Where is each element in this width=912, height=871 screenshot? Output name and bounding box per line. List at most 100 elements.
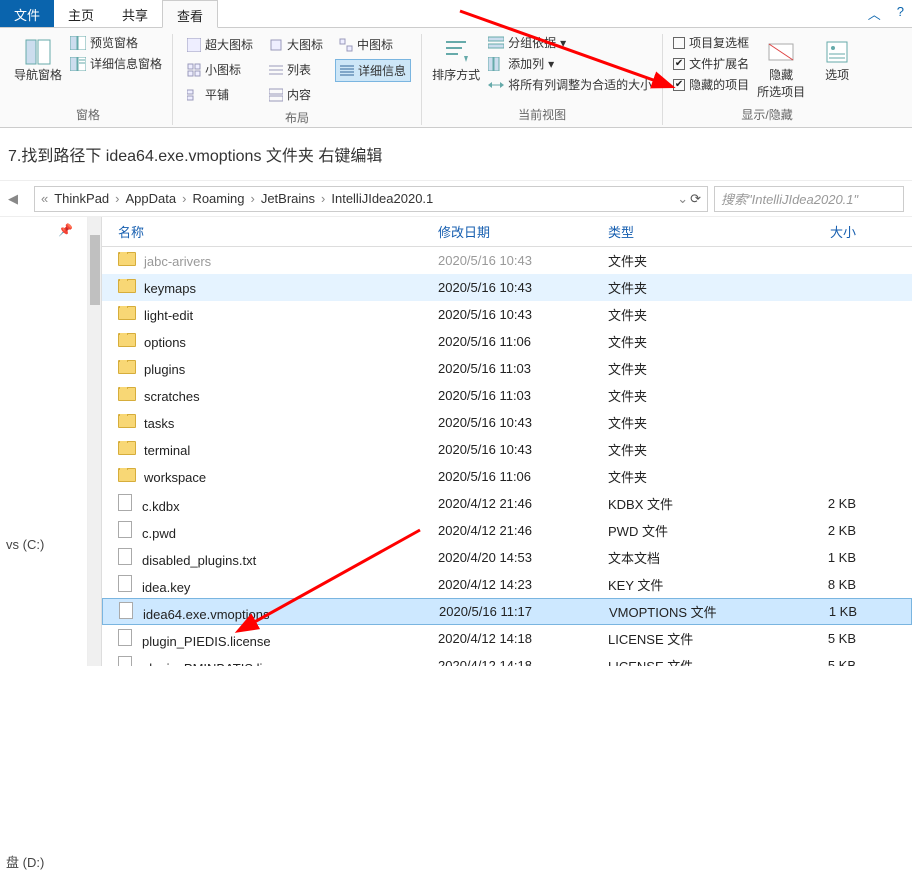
file-date: 2020/4/12 14:18 (432, 658, 602, 666)
check-itemcheck[interactable]: 项目复选框 (673, 34, 749, 51)
layout-xlarge[interactable]: 超大图标 (183, 34, 257, 55)
col-name[interactable]: 名称 (112, 222, 432, 241)
file-name: idea.key (112, 575, 432, 595)
file-date: 2020/4/12 14:23 (432, 577, 602, 592)
file-name: workspace (112, 468, 432, 485)
file-row[interactable]: plugins2020/5/16 11:03文件夹 (102, 355, 912, 382)
file-row[interactable]: c.kdbx2020/4/12 21:46KDBX 文件2 KB (102, 490, 912, 517)
layout-details[interactable]: 详细信息 (335, 59, 411, 82)
preview-pane-button[interactable]: 预览窗格 (70, 34, 162, 51)
file-name: c.pwd (112, 521, 432, 541)
breadcrumb-item[interactable]: AppData (122, 191, 181, 206)
folder-icon (118, 468, 136, 482)
help-icon[interactable]: ? (889, 0, 912, 27)
col-type[interactable]: 类型 (602, 222, 762, 241)
file-type: 文件夹 (602, 332, 762, 351)
file-type: 文件夹 (602, 305, 762, 324)
file-icon (118, 656, 132, 667)
column-headers[interactable]: 名称 修改日期 类型 大小 (102, 217, 912, 247)
check-hidden[interactable]: 隐藏的项目 (673, 76, 749, 93)
file-row[interactable]: options2020/5/16 11:06文件夹 (102, 328, 912, 355)
dropdown-icon[interactable]: ⌄ (677, 191, 688, 207)
autosize-button[interactable]: 将所有列调整为合适的大小 (488, 76, 652, 93)
file-icon (118, 629, 132, 646)
file-row[interactable]: terminal2020/5/16 10:43文件夹 (102, 436, 912, 463)
file-row[interactable]: plugin_PIEDIS.license2020/4/12 14:18LICE… (102, 625, 912, 652)
file-name: scratches (112, 387, 432, 404)
file-name: light-edit (112, 306, 432, 323)
details-pane-button[interactable]: 详细信息窗格 (70, 55, 162, 72)
nav-tree[interactable]: 📌 vs (C:) 盘 (D:) (0, 217, 88, 666)
file-type: 文件夹 (602, 413, 762, 432)
folder-icon (118, 279, 136, 293)
options-button[interactable]: 选项 (813, 34, 861, 100)
file-row[interactable]: disabled_plugins.txt2020/4/20 14:53文本文档1… (102, 544, 912, 571)
col-date[interactable]: 修改日期 (432, 222, 602, 241)
tab-home[interactable]: 主页 (54, 0, 108, 27)
layout-large[interactable]: 大图标 (265, 34, 327, 55)
breadcrumb-item[interactable]: ThinkPad (50, 191, 113, 206)
file-row[interactable]: plugin_PMINBATIS.license2020/4/12 14:18L… (102, 652, 912, 666)
tab-view[interactable]: 查看 (162, 0, 218, 28)
sort-button[interactable]: 排序方式 (432, 34, 480, 93)
breadcrumb-item[interactable]: Roaming (188, 191, 248, 206)
file-date: 2020/4/12 21:46 (432, 496, 602, 511)
ribbon-group-panes: 导航窗格 预览窗格 详细信息窗格 窗格 (4, 34, 173, 125)
col-size[interactable]: 大小 (762, 222, 862, 241)
addcol-button[interactable]: 添加列 ▾ (488, 55, 652, 72)
file-type: LICENSE 文件 (602, 629, 762, 648)
breadcrumb[interactable]: « ThinkPad› AppData› Roaming› JetBrains›… (34, 186, 708, 212)
file-date: 2020/5/16 11:06 (432, 334, 602, 349)
chevron-left-icon[interactable]: « (41, 191, 48, 206)
layout-list[interactable]: 列表 (265, 59, 327, 80)
file-name: idea64.exe.vmoptions (113, 602, 433, 622)
tab-share[interactable]: 共享 (108, 0, 162, 27)
file-name: plugin_PIEDIS.license (112, 629, 432, 649)
layout-tile[interactable]: 平铺 (183, 84, 257, 105)
file-row[interactable]: c.pwd2020/4/12 21:46PWD 文件2 KB (102, 517, 912, 544)
file-row[interactable]: tasks2020/5/16 10:43文件夹 (102, 409, 912, 436)
ribbon-minimize-icon[interactable]: ︿ (860, 0, 889, 27)
file-size: 8 KB (762, 577, 862, 592)
tab-file[interactable]: 文件 (0, 0, 54, 27)
drive-d[interactable]: 盘 (D:) (6, 852, 81, 871)
layout-small[interactable]: 小图标 (183, 59, 257, 80)
file-size: 2 KB (762, 523, 862, 538)
file-size: 1 KB (762, 550, 862, 565)
group-label-layout: 布局 (183, 109, 411, 126)
back-button[interactable]: ◀ (8, 191, 28, 207)
file-date: 2020/5/16 11:17 (433, 604, 603, 619)
file-date: 2020/5/16 10:43 (432, 307, 602, 322)
file-row[interactable]: jabc-arivers2020/5/16 10:43文件夹 (102, 247, 912, 274)
file-row[interactable]: keymaps2020/5/16 10:43文件夹 (102, 274, 912, 301)
file-name: disabled_plugins.txt (112, 548, 432, 568)
breadcrumb-item[interactable]: IntelliJIdea2020.1 (327, 191, 437, 206)
ribbon-group-currentview: 排序方式 分组依据 ▾ 添加列 ▾ 将所有列调整为合适的大小 当前视图 (422, 34, 663, 125)
file-row[interactable]: light-edit2020/5/16 10:43文件夹 (102, 301, 912, 328)
file-row[interactable]: idea.key2020/4/12 14:23KEY 文件8 KB (102, 571, 912, 598)
file-row[interactable]: scratches2020/5/16 11:03文件夹 (102, 382, 912, 409)
drive-c[interactable]: vs (C:) (6, 537, 81, 552)
file-name: plugins (112, 360, 432, 377)
groupby-button[interactable]: 分组依据 ▾ (488, 34, 652, 51)
folder-icon (118, 441, 136, 455)
pin-icon[interactable]: 📌 (6, 223, 81, 237)
file-icon (118, 575, 132, 592)
hide-selected-button[interactable]: 隐藏 所选项目 (757, 34, 805, 100)
file-row[interactable]: workspace2020/5/16 11:06文件夹 (102, 463, 912, 490)
layout-medium[interactable]: 中图标 (335, 34, 411, 55)
tree-scrollbar[interactable] (88, 217, 102, 666)
file-name: jabc-arivers (112, 252, 432, 269)
layout-content[interactable]: 内容 (265, 84, 327, 105)
nav-pane-button[interactable]: 导航窗格 (14, 34, 62, 83)
file-type: PWD 文件 (602, 521, 762, 540)
search-input[interactable]: 搜索"IntelliJIdea2020.1" (714, 186, 904, 212)
check-extensions[interactable]: 文件扩展名 (673, 55, 749, 72)
breadcrumb-item[interactable]: JetBrains (257, 191, 319, 206)
file-row[interactable]: idea64.exe.vmoptions2020/5/16 11:17VMOPT… (102, 598, 912, 625)
nav-pane-label: 导航窗格 (14, 66, 62, 83)
file-date: 2020/5/16 10:43 (432, 253, 602, 268)
file-list: 名称 修改日期 类型 大小 jabc-arivers2020/5/16 10:4… (102, 217, 912, 666)
refresh-icon[interactable]: ⟳ (690, 191, 701, 207)
file-name: c.kdbx (112, 494, 432, 514)
